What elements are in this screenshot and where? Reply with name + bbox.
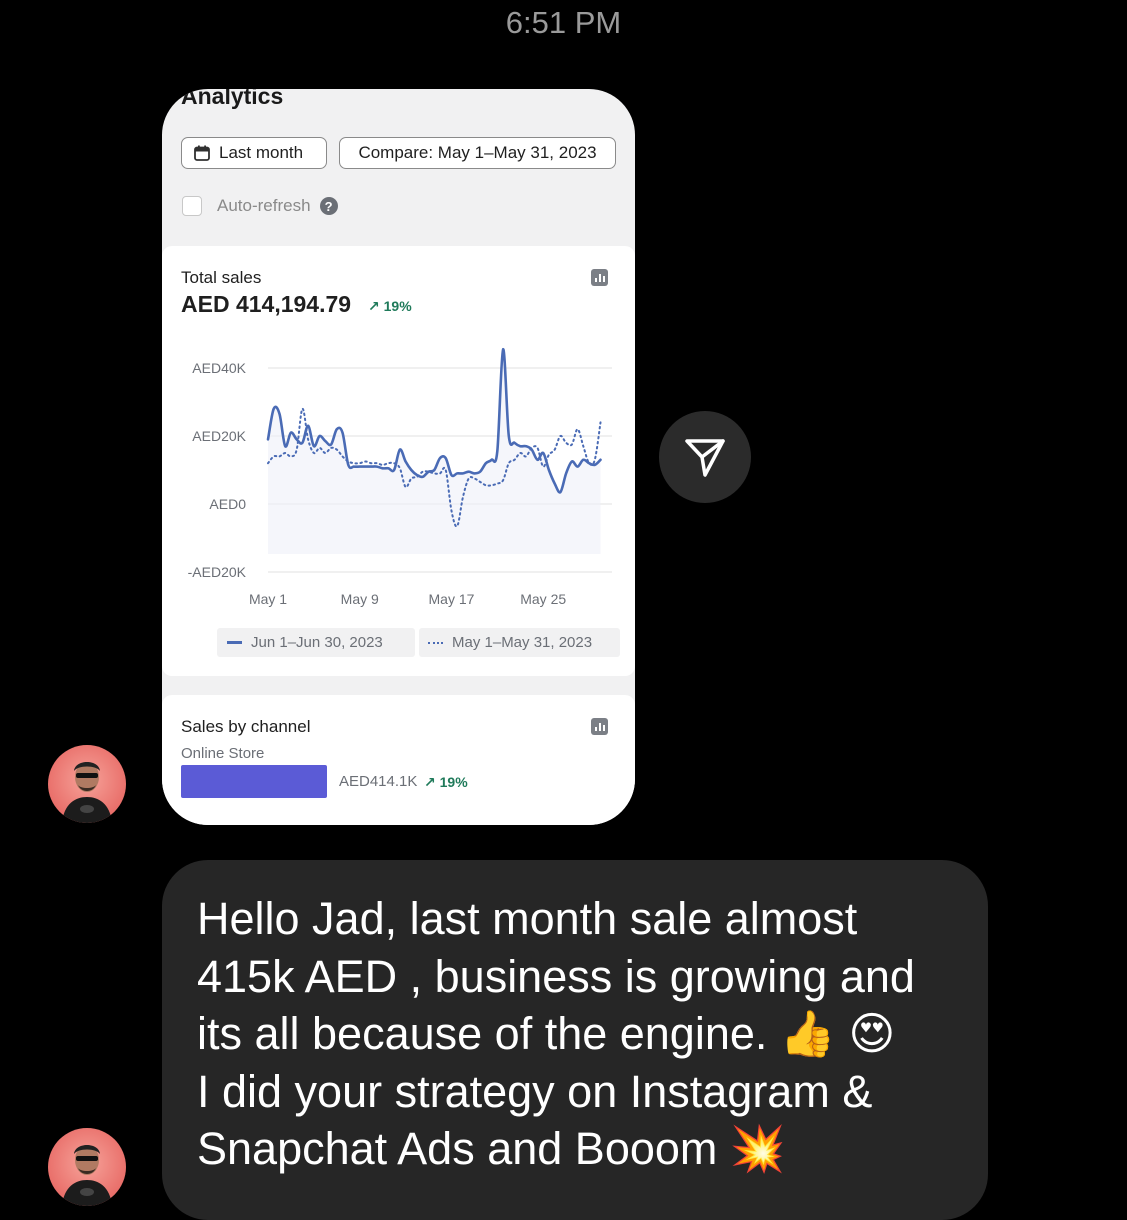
legend-previous-label: May 1–May 31, 2023	[452, 634, 593, 651]
paper-plane-icon	[685, 439, 725, 477]
auto-refresh-label: Auto-refresh	[217, 196, 311, 215]
share-button[interactable]	[659, 411, 751, 503]
channel-bar	[181, 765, 327, 798]
auto-refresh-row: Auto-refresh ?	[182, 196, 338, 216]
x-tick-label: May 17	[429, 591, 475, 607]
sales-by-channel-panel: Sales by channel Online Store AED414.1K …	[162, 695, 635, 825]
sender-avatar[interactable]	[48, 745, 126, 823]
auto-refresh-checkbox[interactable]	[182, 196, 202, 216]
solid-line-swatch	[227, 641, 242, 644]
compare-button[interactable]: Compare: May 1–May 31, 2023	[339, 137, 616, 169]
total-sales-chart: AED40K AED20K AED0 -AED20KMay 1 May 9 May 17 M…	[188, 347, 612, 607]
dotted-line-swatch	[428, 641, 443, 644]
y-tick-label: AED20K	[192, 428, 246, 444]
date-range-button[interactable]: Last month	[181, 137, 327, 169]
channel-name: Online Store	[181, 745, 265, 762]
message-timestamp: 6:51 PM	[505, 5, 622, 40]
message-text: Hello Jad, last month sale almost 415k AE…	[197, 893, 915, 1175]
y-tick-label: AED0	[209, 496, 246, 512]
shared-image-card[interactable]: Analytics Last month Compare: May 1–May …	[162, 89, 635, 825]
channel-delta: ↗ 19%	[424, 774, 468, 791]
x-tick-label: May 9	[341, 591, 379, 607]
x-tick-label: May 25	[520, 591, 566, 607]
person-avatar-icon	[62, 762, 112, 823]
sender-avatar[interactable]	[48, 1128, 126, 1206]
y-tick-label: AED40K	[192, 360, 246, 376]
date-range-label: Last month	[219, 143, 304, 162]
y-tick-label: -AED20K	[188, 564, 247, 580]
arrow-up-right-icon: ↗	[424, 774, 436, 790]
question-circle-icon[interactable]: ?	[319, 197, 338, 215]
sales-by-channel-label: Sales by channel	[181, 717, 311, 736]
bar-chart-icon[interactable]	[591, 718, 608, 735]
analytics-title: Analytics	[181, 89, 284, 109]
collision-emoji-icon: 💥	[729, 1122, 786, 1175]
message-bubble[interactable]: Hello Jad, last month sale almost 415k AE…	[162, 860, 988, 1220]
legend-item-previous[interactable]: May 1–May 31, 2023	[419, 628, 620, 657]
x-tick-label: May 1	[249, 591, 287, 607]
total-sales-panel: Total sales AED 414,194.79 ↗ 19% AED40K A…	[162, 246, 635, 676]
heart-eyes-emoji-icon: 😍	[848, 1007, 896, 1060]
legend-item-current[interactable]: Jun 1–Jun 30, 2023	[217, 628, 415, 657]
compare-label: Compare: May 1–May 31, 2023	[358, 143, 597, 162]
legend-current-label: Jun 1–Jun 30, 2023	[251, 634, 383, 651]
channel-value: AED414.1K	[339, 773, 418, 790]
channel-delta-value: 19%	[439, 774, 468, 790]
person-avatar-icon	[62, 1145, 112, 1206]
thumbs-up-emoji-icon: 👍	[779, 1007, 836, 1060]
calendar-icon	[194, 145, 210, 161]
series-area	[268, 349, 601, 554]
